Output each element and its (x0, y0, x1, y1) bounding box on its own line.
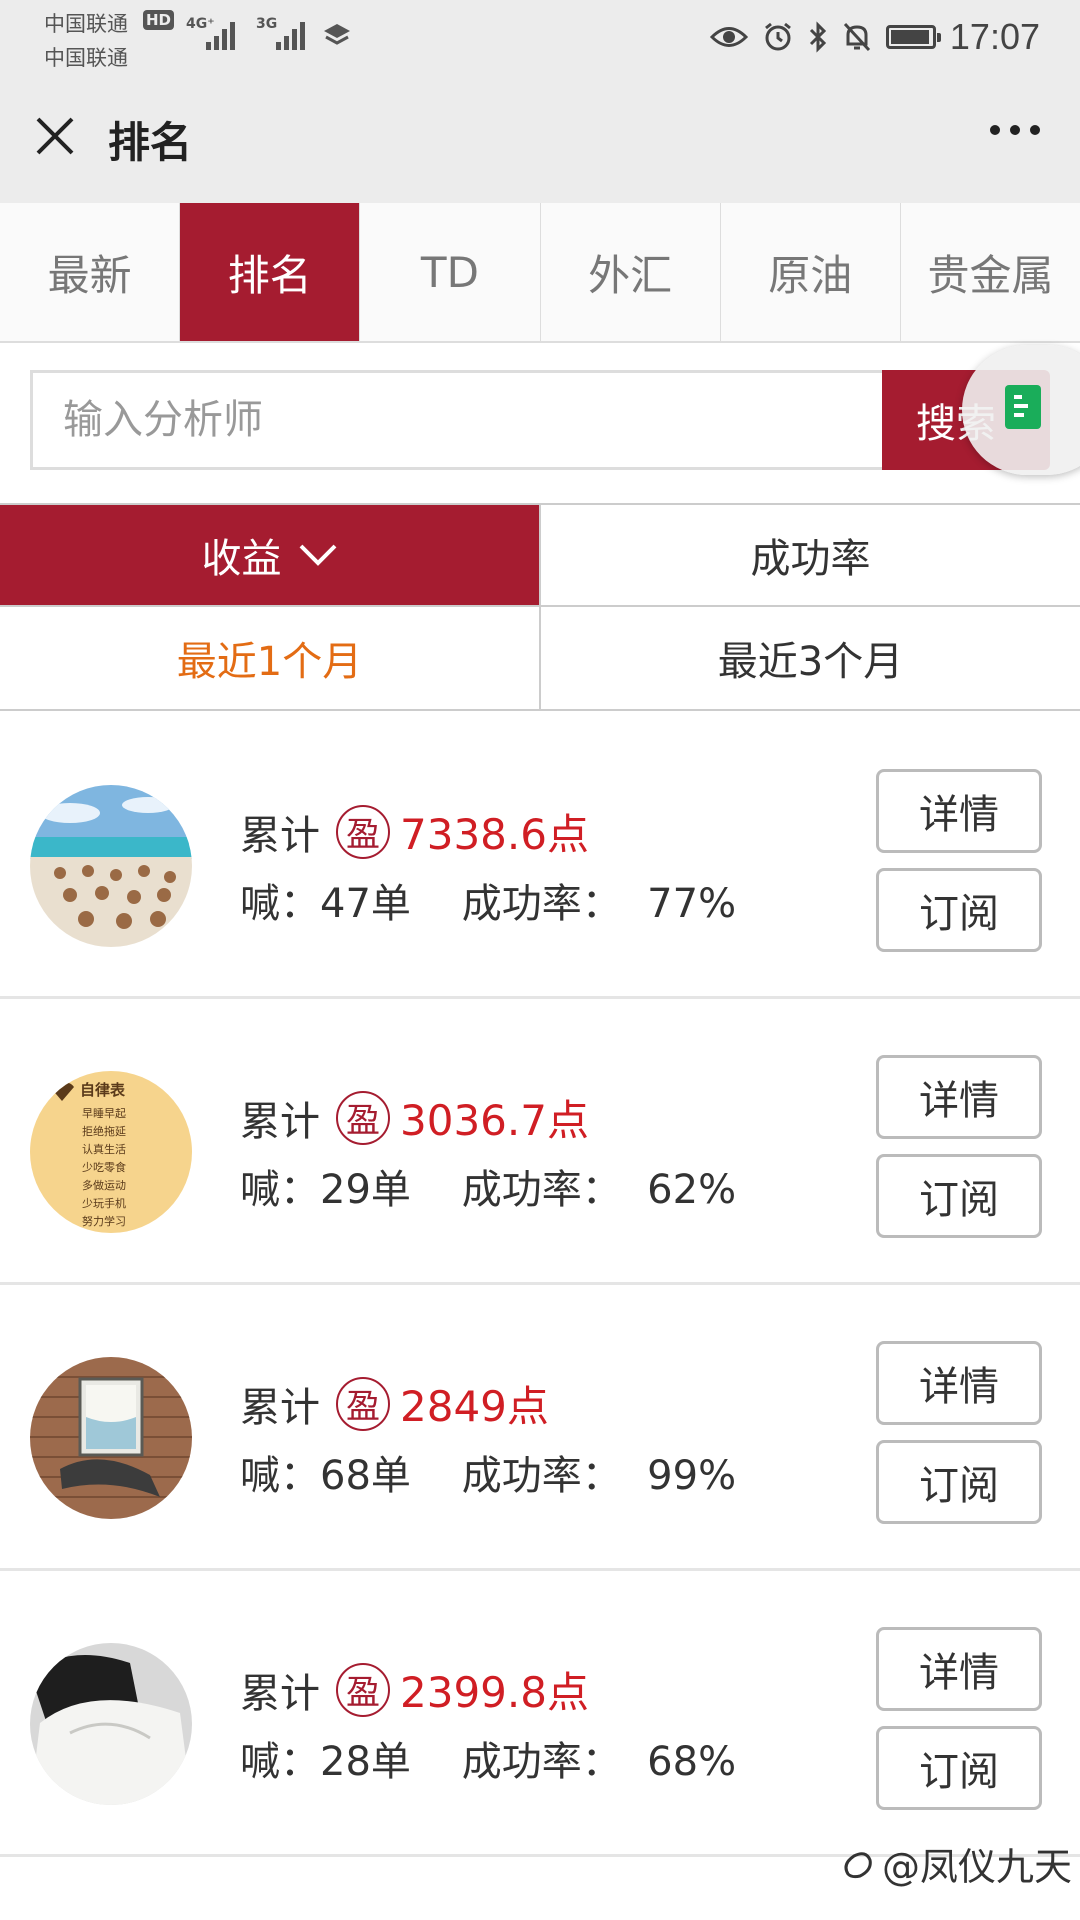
profit-value: 2849点 (400, 1382, 549, 1431)
details-button[interactable]: 详情 (876, 1627, 1042, 1711)
profit-badge: 盈 (336, 804, 390, 859)
cumulative-profit: 累计 盈 3036.7点 (240, 1087, 589, 1148)
document-icon[interactable] (1005, 385, 1041, 429)
details-button[interactable]: 详情 (876, 1055, 1042, 1139)
details-button[interactable]: 详情 (876, 1341, 1042, 1425)
signal-strength-icon-2 (276, 20, 312, 50)
period-recent-1-month[interactable]: 最近1个月 (0, 607, 541, 709)
bluetooth-icon (809, 21, 827, 53)
avatar-text: 少吃零食 (82, 1160, 126, 1174)
subscribe-button[interactable]: 订阅 (876, 1440, 1042, 1524)
analyst-list-item: 累计 盈 7338.6点 喊：47单 成功率： 77% 详情 订阅 (0, 713, 1080, 999)
tab-latest[interactable]: 最新 (0, 203, 181, 341)
analyst-list-item: 累计 盈 2849点 喊：68单 成功率： 99% 详情 订阅 (0, 1285, 1080, 1571)
tab-td[interactable]: TD (360, 203, 541, 341)
clock: 17:07 (949, 16, 1040, 57)
status-icons: 17:07 (709, 14, 1040, 60)
battery-icon (885, 25, 941, 49)
avatar-text: 少玩手机 (82, 1196, 126, 1210)
cumulative-label: 累计 (240, 1384, 320, 1431)
avatar[interactable] (30, 1643, 192, 1805)
avatar-text: 拒绝拖延 (82, 1124, 126, 1138)
carrier-label-secondary: 中国联通 (44, 46, 128, 70)
cumulative-profit: 累计 盈 7338.6点 (240, 801, 589, 862)
period-tabs: 最近1个月 最近3个月 (0, 607, 1080, 711)
cumulative-label: 累计 (240, 1670, 320, 1717)
sort-by-profit-label: 收益 (201, 536, 282, 582)
subscribe-button[interactable]: 订阅 (876, 1154, 1042, 1238)
tab-forex[interactable]: 外汇 (541, 203, 721, 341)
avatar-text: 努力学习 (82, 1214, 126, 1228)
profit-value: 2399.8点 (400, 1668, 589, 1717)
cumulative-profit: 累计 盈 2849点 (240, 1373, 549, 1434)
avatar-text: 早睡早起 (82, 1107, 126, 1120)
avatar[interactable] (30, 1357, 192, 1519)
data-layers-icon (324, 24, 350, 45)
analyst-stats: 喊：28单 成功率： 68% (240, 1739, 737, 1785)
mute-bell-icon (843, 22, 871, 52)
network-type-3g: 3G (256, 16, 278, 32)
sort-by-profit[interactable]: 收益 (0, 505, 541, 605)
title-bar: 排名 (0, 75, 1080, 203)
cumulative-profit: 累计 盈 2399.8点 (240, 1659, 589, 1720)
signal-strength-icon (206, 20, 242, 50)
subscribe-button[interactable]: 订阅 (876, 1726, 1042, 1810)
more-options-icon[interactable] (990, 125, 1040, 135)
watermark-text: @凤仪九天 (882, 1845, 1073, 1889)
alarm-icon (764, 22, 791, 51)
weibo-logo-icon (844, 1851, 872, 1878)
watermark: @凤仪九天 (840, 1836, 1072, 1891)
cumulative-label: 累计 (240, 1098, 320, 1145)
close-icon[interactable] (30, 111, 80, 161)
category-tabs: 最新 排名 TD 外汇 原油 贵金属 (0, 203, 1080, 343)
tab-precious-metals[interactable]: 贵金属 (901, 203, 1080, 341)
avatar-text: 多做运动 (82, 1178, 126, 1192)
analyst-search-input[interactable] (30, 370, 886, 470)
carrier-label: 中国联通 (44, 12, 128, 36)
avatar-text: 自律表 (80, 1081, 126, 1099)
analyst-stats: 喊：68单 成功率： 99% (240, 1453, 737, 1499)
analyst-list-item: 累计 盈 2399.8点 喊：28单 成功率： 68% 详情 订阅 (0, 1571, 1080, 1857)
sort-criteria-tabs: 收益 成功率 (0, 503, 1080, 607)
cumulative-label: 累计 (240, 812, 320, 859)
hd-badge: HD (143, 10, 175, 30)
avatar-text: 认真生活 (82, 1142, 126, 1156)
profit-value: 7338.6点 (400, 810, 589, 859)
analyst-list-item: 自律表 早睡早起 拒绝拖延 认真生活 少吃零食 多做运动 少玩手机 努力学习 累… (0, 999, 1080, 1285)
period-recent-3-months[interactable]: 最近3个月 (541, 607, 1080, 709)
details-button[interactable]: 详情 (876, 769, 1042, 853)
avatar[interactable] (30, 785, 192, 947)
avatar[interactable]: 自律表 早睡早起 拒绝拖延 认真生活 少吃零食 多做运动 少玩手机 努力学习 (30, 1071, 192, 1233)
profit-badge: 盈 (336, 1090, 390, 1145)
tab-crude-oil[interactable]: 原油 (721, 203, 901, 341)
page-title: 排名 (108, 118, 193, 167)
subscribe-button[interactable]: 订阅 (876, 868, 1042, 952)
profit-badge: 盈 (336, 1376, 390, 1431)
tab-ranking[interactable]: 排名 (180, 203, 361, 341)
profit-value: 3036.7点 (400, 1096, 589, 1145)
profit-badge: 盈 (336, 1662, 390, 1717)
chevron-down-icon (299, 544, 336, 566)
status-bar: 中国联通 中国联通 HD 4G⁺ 3G 17:07 (0, 0, 1080, 75)
analyst-stats: 喊：29单 成功率： 62% (240, 1167, 737, 1213)
analyst-stats: 喊：47单 成功率： 77% (240, 881, 737, 927)
search-bar: 搜索 (30, 370, 1050, 470)
eye-icon (709, 27, 748, 47)
sort-by-success-rate[interactable]: 成功率 (541, 505, 1080, 605)
